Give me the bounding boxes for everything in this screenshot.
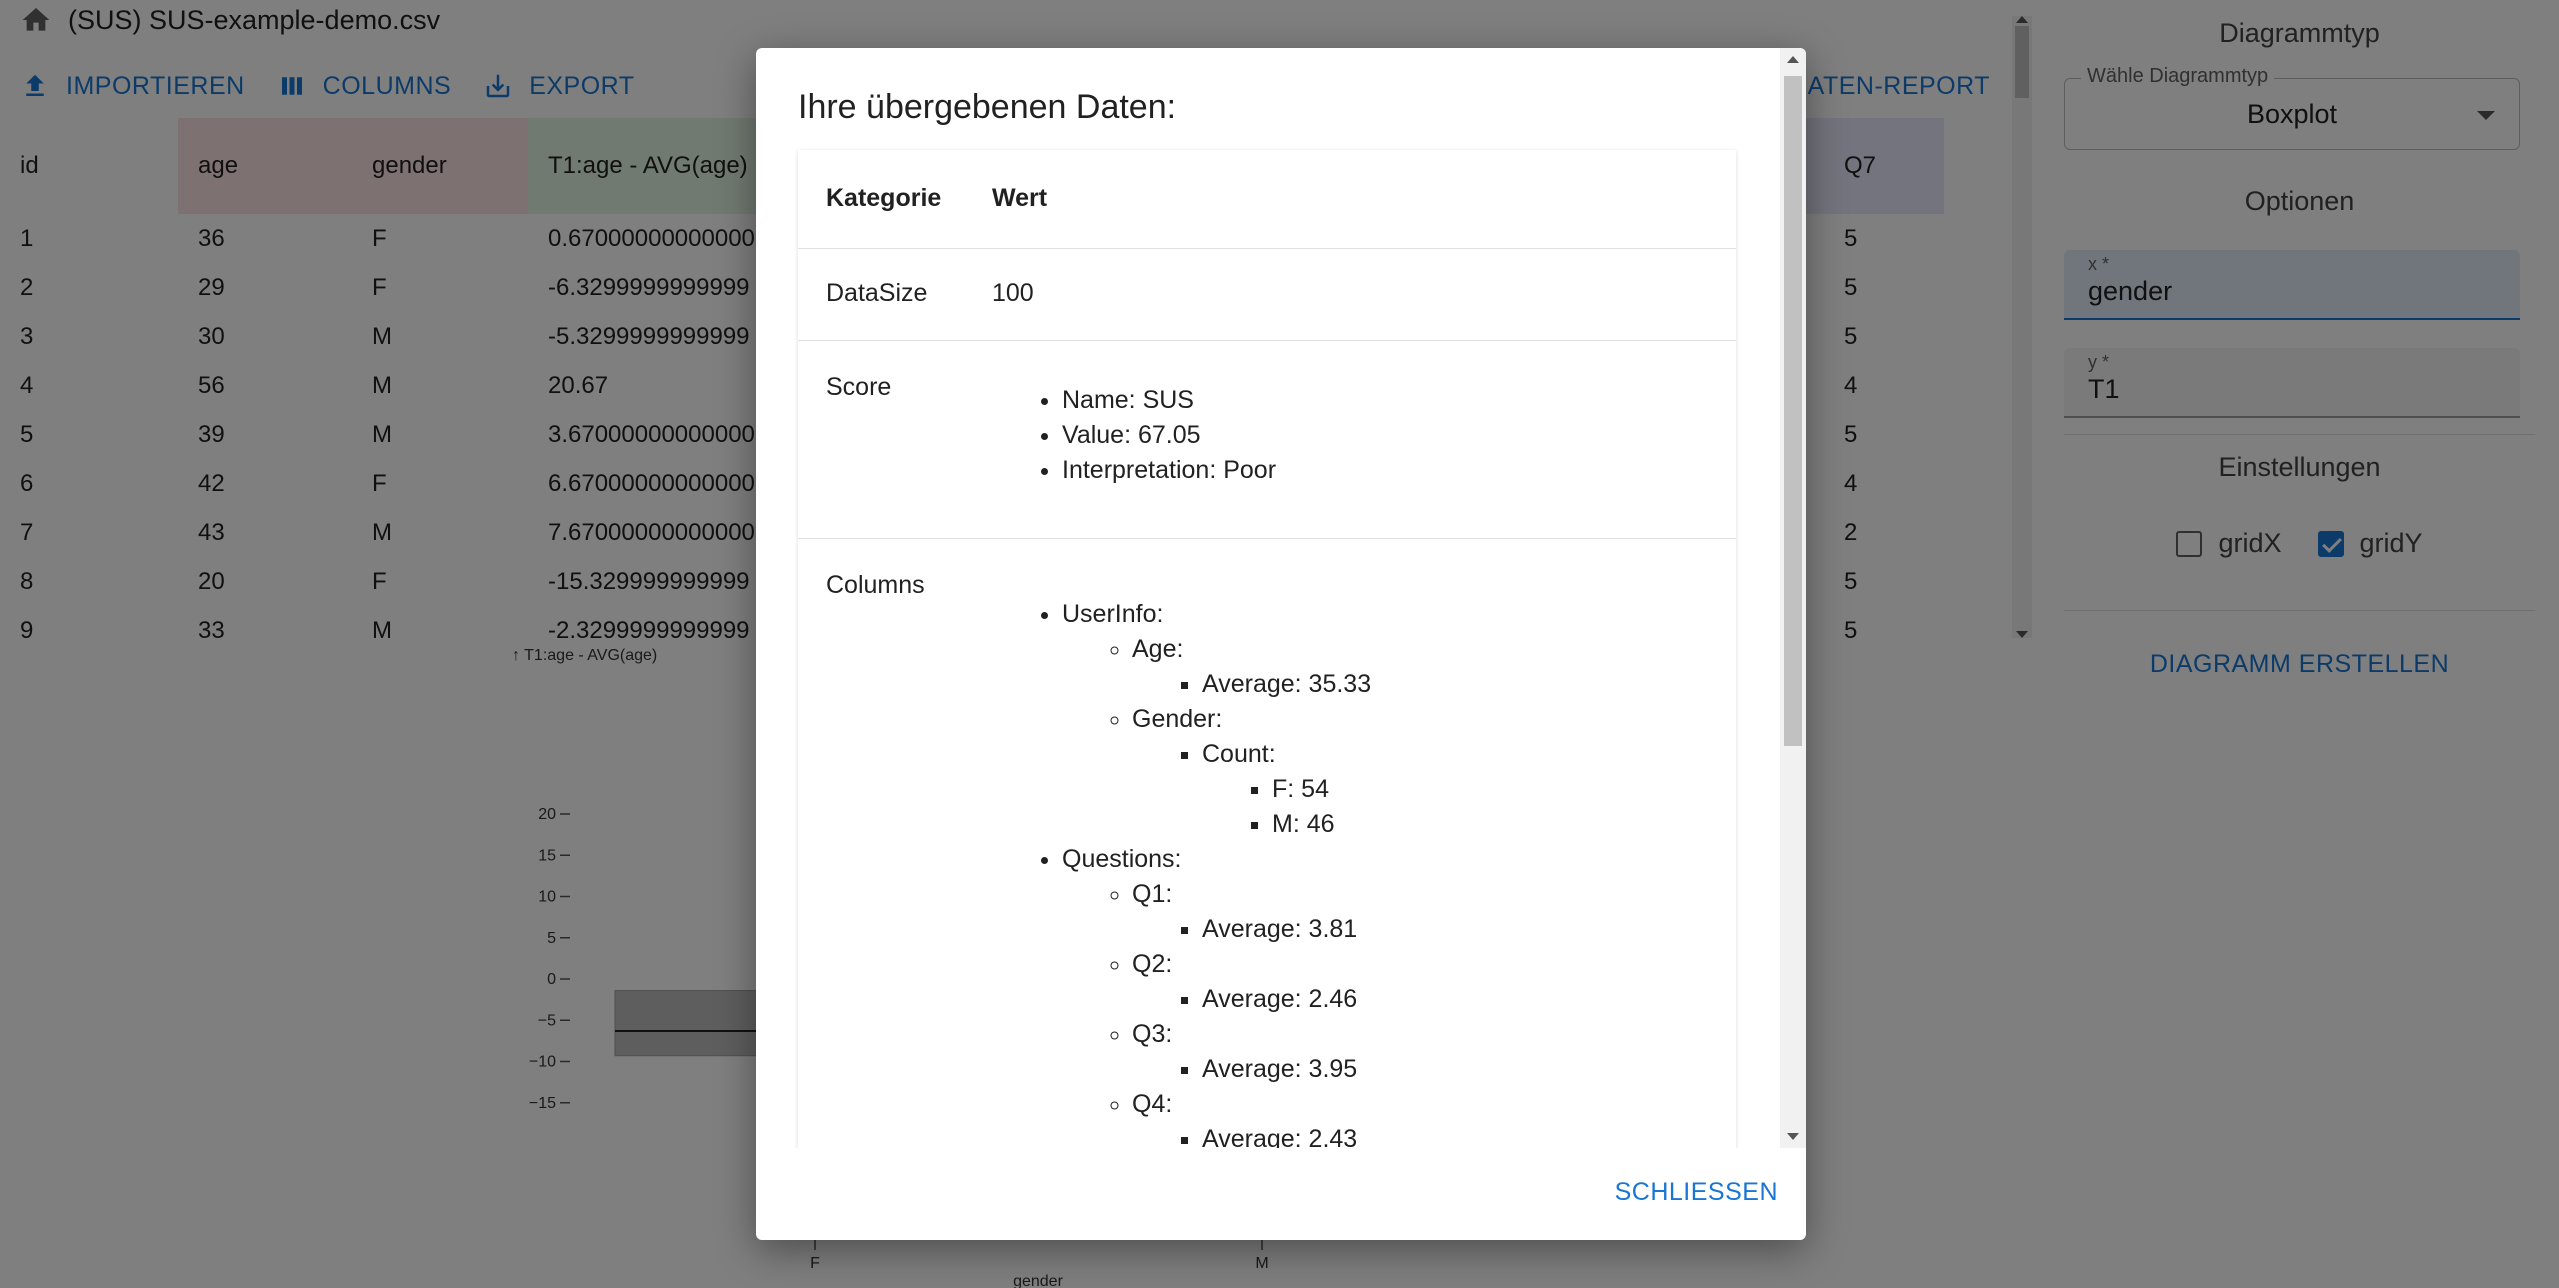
- list-item: Count: F: 54 M: 46: [1202, 737, 1708, 842]
- list-item: Q2: Average: 2.46: [1132, 947, 1708, 1017]
- q2-label: Q2:: [1132, 949, 1173, 978]
- list-item: Age: Average: 35.33: [1132, 632, 1708, 702]
- q3-label: Q3:: [1132, 1019, 1173, 1048]
- datasize-key: DataSize: [798, 248, 992, 341]
- q4-label: Q4:: [1132, 1089, 1173, 1118]
- list-item: Average: 35.33: [1202, 667, 1708, 702]
- dialog-scroll-thumb[interactable]: [1784, 76, 1802, 746]
- list-item: Name: SUS: [1062, 383, 1708, 418]
- list-item: Questions: Q1: Average: 3.81 Q2: Average…: [1062, 842, 1708, 1149]
- list-item: Value: 67.05: [1062, 418, 1708, 453]
- score-value: Name: SUS Value: 67.05 Interpretation: P…: [992, 340, 1736, 539]
- scroll-up-icon[interactable]: [1787, 56, 1799, 63]
- table-row: Score Name: SUS Value: 67.05 Interpretat…: [798, 340, 1736, 539]
- q1-label: Q1:: [1132, 879, 1173, 908]
- list-item: Average: 3.81: [1202, 912, 1708, 947]
- dialog-content: Ihre übergebenen Daten: Kategorie Wert D…: [756, 48, 1780, 1148]
- data-summary-table: Kategorie Wert DataSize 100 Score Name: …: [798, 150, 1736, 1148]
- table-row: Columns UserInfo: Age: Average: 35.33 Ge…: [798, 538, 1736, 1148]
- list-item: Average: 2.46: [1202, 982, 1708, 1017]
- list-item: Q1: Average: 3.81: [1132, 877, 1708, 947]
- age-label: Age:: [1132, 634, 1184, 663]
- list-item: Q3: Average: 3.95: [1132, 1017, 1708, 1087]
- list-item: Gender: Count: F: 54 M: 46: [1132, 702, 1708, 842]
- count-label: Count:: [1202, 739, 1276, 768]
- close-button[interactable]: SCHLIESSEN: [1615, 1178, 1778, 1207]
- list-item: Average: 2.43: [1202, 1122, 1708, 1149]
- dialog-actions: SCHLIESSEN: [756, 1148, 1806, 1240]
- list-item: M: 46: [1272, 807, 1708, 842]
- header-category: Kategorie: [798, 150, 992, 249]
- list-item: UserInfo: Age: Average: 35.33 Gender: Co…: [1062, 597, 1708, 842]
- score-key: Score: [798, 340, 992, 539]
- dialog-scrollbar[interactable]: [1780, 48, 1806, 1148]
- table-row: DataSize 100: [798, 248, 1736, 341]
- gender-label: Gender:: [1132, 704, 1223, 733]
- list-item: Q4: Average: 2.43: [1132, 1087, 1708, 1149]
- columns-key: Columns: [798, 538, 992, 1148]
- userinfo-label: UserInfo:: [1062, 599, 1164, 628]
- header-value: Wert: [992, 150, 1736, 249]
- list-item: F: 54: [1272, 772, 1708, 807]
- list-item: Average: 3.95: [1202, 1052, 1708, 1087]
- data-dialog: Ihre übergebenen Daten: Kategorie Wert D…: [756, 48, 1806, 1240]
- dialog-title: Ihre übergebenen Daten:: [798, 88, 1177, 126]
- columns-value: UserInfo: Age: Average: 35.33 Gender: Co…: [992, 538, 1736, 1148]
- questions-label: Questions:: [1062, 844, 1182, 873]
- datasize-value: 100: [992, 248, 1736, 341]
- list-item: Interpretation: Poor: [1062, 453, 1708, 488]
- scroll-down-icon[interactable]: [1787, 1133, 1799, 1140]
